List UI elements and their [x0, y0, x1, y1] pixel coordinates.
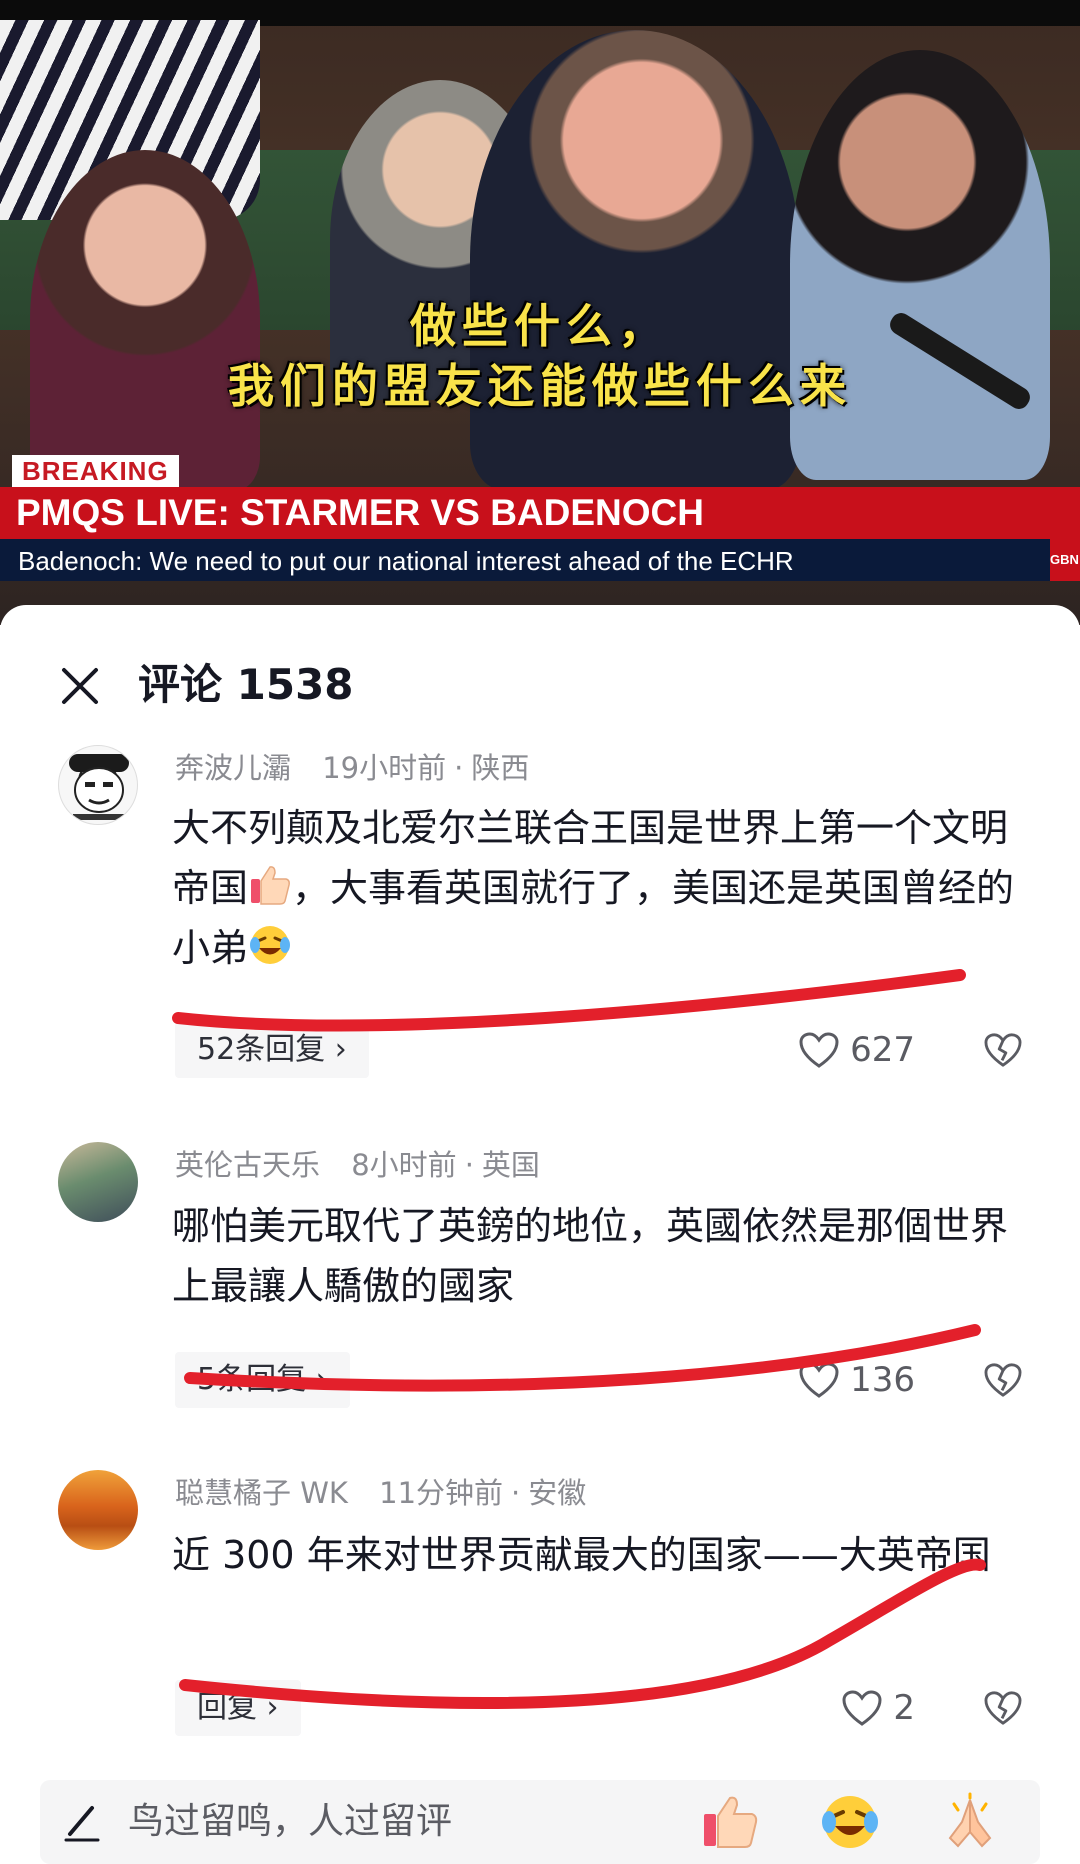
- broken-heart-icon: [984, 1033, 1022, 1067]
- avatar[interactable]: [58, 1470, 138, 1550]
- heart-icon: [842, 1690, 882, 1726]
- like-count: 2: [893, 1688, 915, 1728]
- dislike-button[interactable]: [981, 1022, 1025, 1078]
- laughing-crying-icon: [250, 926, 291, 964]
- broken-heart-icon: [984, 1691, 1022, 1725]
- comment-location: 陕西: [471, 751, 530, 785]
- like-count: 136: [850, 1360, 915, 1400]
- avatar[interactable]: [58, 745, 138, 825]
- like-count: 627: [850, 1030, 915, 1070]
- reply-button[interactable]: 回复 ›: [175, 1680, 301, 1736]
- comment-username[interactable]: 奔波儿灞: [175, 751, 291, 785]
- like-button[interactable]: 136: [798, 1352, 915, 1408]
- news-headline: PMQS LIVE: STARMER VS BADENOCH: [16, 492, 704, 533]
- close-icon[interactable]: [56, 662, 104, 710]
- view-replies-button[interactable]: 5条回复 ›: [175, 1352, 350, 1408]
- comment-location: 英国: [481, 1148, 540, 1182]
- comment-username[interactable]: 英伦古天乐: [175, 1148, 320, 1182]
- video-player[interactable]: 做些什么， 我们的盟友还能做些什么来 BREAKING PMQS LIVE: S…: [0, 0, 1080, 625]
- thumbs-up-icon: [251, 866, 290, 905]
- dislike-button[interactable]: [981, 1352, 1025, 1408]
- like-button[interactable]: 2: [841, 1680, 915, 1736]
- video-figure: [470, 30, 800, 490]
- comment-time: 11分钟前: [379, 1476, 504, 1510]
- heart-icon: [799, 1032, 839, 1068]
- comment-meta: 奔波儿灞 19小时前 · 陕西: [175, 751, 530, 785]
- laughing-crying-emoji-button[interactable]: [820, 1792, 880, 1852]
- like-button[interactable]: 627: [798, 1022, 915, 1078]
- comment-username[interactable]: 聪慧橘子 WK: [175, 1476, 348, 1510]
- comments-title: 评论 1538: [138, 660, 354, 709]
- comment-text: 大不列颠及北爱尔兰联合王国是世界上第一个文明帝国 ，大事看英国就行了，美国还是英国…: [172, 798, 1022, 978]
- comments-header: 评论 1538: [0, 605, 1080, 755]
- comment-meta: 聪慧橘子 WK 11分钟前 · 安徽: [175, 1476, 587, 1510]
- comment-input[interactable]: 鸟过留鸣，人过留评: [128, 1798, 452, 1846]
- breaking-tag: BREAKING: [12, 455, 179, 487]
- pen-icon: [64, 1806, 100, 1842]
- news-ticker: Badenoch: We need to put our national in…: [18, 546, 794, 576]
- comment-time: 8小时前: [351, 1148, 457, 1182]
- meme-face-icon: [69, 754, 129, 820]
- channel-logo: GBN: [1050, 539, 1080, 581]
- avatar[interactable]: [58, 1142, 138, 1222]
- video-subtitle-line-2: 我们的盟友还能做些什么来: [228, 359, 852, 413]
- view-replies-button[interactable]: 52条回复 ›: [175, 1022, 369, 1078]
- broken-heart-icon: [984, 1363, 1022, 1397]
- comment-location: 安徽: [528, 1476, 587, 1510]
- comment-input-bar[interactable]: 鸟过留鸣，人过留评: [40, 1780, 1040, 1864]
- comment-text: 近 300 年来对世界贡献最大的国家——大英帝国: [172, 1533, 991, 1577]
- comment-text: 哪怕美元取代了英鎊的地位，英國依然是那個世界上最讓人驕傲的國家: [172, 1204, 1009, 1308]
- thumbs-up-emoji-button[interactable]: [700, 1792, 760, 1852]
- comment-meta: 英伦古天乐 8小时前 · 英国: [175, 1148, 540, 1182]
- comment-text-part: ，大事看英国就行了，美国还是英国曾经的小弟: [172, 866, 1015, 970]
- heart-icon: [799, 1362, 839, 1398]
- video-subtitle-line-1: 做些什么，: [410, 299, 670, 353]
- dislike-button[interactable]: [981, 1680, 1025, 1736]
- praying-hands-emoji-button[interactable]: [940, 1792, 1000, 1852]
- comment-time: 19小时前: [322, 751, 447, 785]
